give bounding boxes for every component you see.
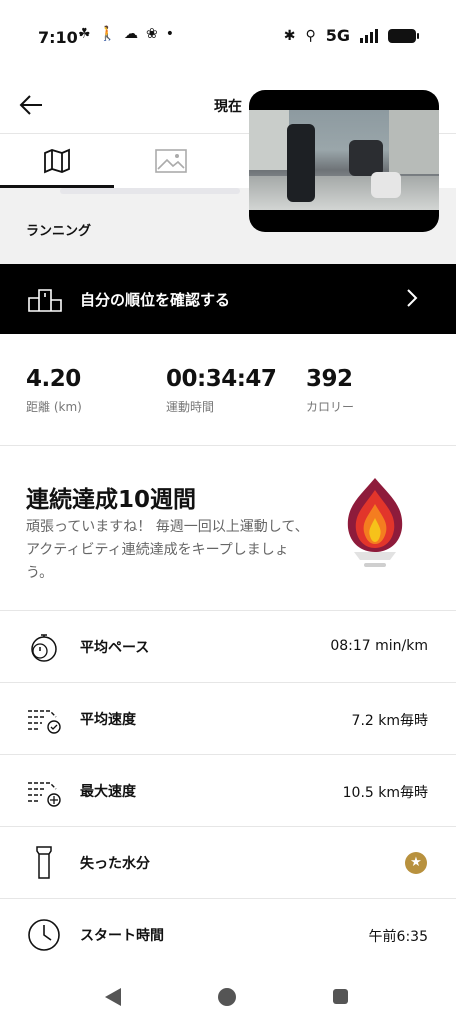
pace-stopwatch-icon bbox=[31, 634, 57, 662]
dot-icon: • bbox=[165, 26, 174, 42]
notification-icon: ☘ bbox=[78, 26, 91, 42]
tab-map[interactable] bbox=[0, 134, 114, 188]
clock-icon bbox=[28, 919, 60, 951]
stat-value: 392 bbox=[306, 366, 353, 392]
metric-value: 午前6:35 bbox=[368, 929, 428, 945]
summary-stats: 4.20 距離 (km) 00:34:47 運動時間 392 カロリー bbox=[0, 334, 456, 446]
streak-title: 連続達成10週間 bbox=[26, 487, 197, 513]
nav-home-icon[interactable] bbox=[218, 988, 236, 1006]
stat-duration: 00:34:47 運動時間 bbox=[166, 366, 277, 415]
stat-distance: 4.20 距離 (km) bbox=[26, 366, 82, 415]
stat-value: 00:34:47 bbox=[166, 366, 277, 392]
nav-recents-icon[interactable] bbox=[333, 989, 348, 1004]
metric-label: 失った水分 bbox=[80, 856, 150, 872]
status-bar: 7:10 ☘ 🚶 ☁ ❀ • ✱ ⚲ 5G bbox=[0, 0, 456, 74]
metric-row-max-speed: 最大速度 10.5 km毎時 bbox=[0, 755, 456, 827]
bottle-icon bbox=[36, 846, 52, 879]
map-icon bbox=[44, 148, 70, 174]
app-icon: ❀ bbox=[146, 26, 158, 42]
stat-label: カロリー bbox=[306, 400, 355, 414]
streak-description: 頑張っていますね！ 毎週一回以上運動して、アクティビティ連続達成をキープしましょ… bbox=[26, 519, 309, 581]
tab-photos[interactable] bbox=[114, 134, 228, 188]
video-frame bbox=[249, 110, 439, 210]
nav-back-icon[interactable] bbox=[105, 988, 121, 1006]
notification-icons: ☘ 🚶 ☁ ❀ • bbox=[78, 26, 174, 42]
bluetooth-icon: ✱ bbox=[283, 27, 296, 44]
status-time: 7:10 bbox=[38, 28, 78, 47]
stat-calories: 392 カロリー bbox=[306, 366, 354, 415]
metric-value: 7.2 km毎時 bbox=[351, 713, 428, 729]
ranking-label: 自分の順位を確認する bbox=[80, 291, 231, 309]
activity-type: ランニング bbox=[26, 224, 92, 239]
metric-label: 最大速度 bbox=[80, 784, 136, 800]
flame-trophy-icon bbox=[347, 478, 403, 567]
back-arrow-icon[interactable] bbox=[18, 92, 44, 118]
metric-label: 平均速度 bbox=[80, 712, 136, 728]
metric-row-avg-pace: 平均ペース 08:17 min/km bbox=[0, 611, 456, 683]
metric-value: 10.5 km毎時 bbox=[342, 785, 428, 801]
video-overlay[interactable] bbox=[249, 90, 439, 232]
stat-label: 距離 (km) bbox=[26, 400, 82, 414]
premium-star-badge[interactable]: ★ bbox=[405, 852, 427, 874]
podium-icon bbox=[28, 289, 62, 312]
max-speed-icon bbox=[28, 782, 61, 807]
metric-row-water-loss: 失った水分 ★ bbox=[0, 827, 456, 899]
avg-speed-icon bbox=[28, 710, 61, 734]
walk-icon: 🚶 bbox=[98, 26, 116, 42]
system-nav-bar bbox=[0, 968, 456, 1024]
metric-value: 08:17 min/km bbox=[330, 638, 428, 654]
streak-card: 連続達成10週間 頑張っていますね！ 毎週一回以上運動して、アクティビティ連続達… bbox=[0, 446, 456, 611]
stat-value: 4.20 bbox=[26, 366, 81, 392]
map-route-preview bbox=[60, 188, 240, 194]
stat-label: 運動時間 bbox=[166, 400, 215, 414]
location-icon: ⚲ bbox=[305, 27, 316, 44]
image-icon bbox=[155, 149, 187, 173]
network-label: 5G bbox=[325, 26, 350, 45]
metric-row-avg-speed: 平均速度 7.2 km毎時 bbox=[0, 683, 456, 755]
cloud-icon: ☁ bbox=[124, 26, 138, 42]
battery-icon bbox=[388, 28, 419, 43]
metric-row-start-time: スタート時間 午前6:35 bbox=[0, 899, 456, 971]
chevron-right-icon bbox=[407, 289, 418, 307]
page-title: 現在 bbox=[214, 99, 242, 115]
signal-icon bbox=[360, 28, 378, 43]
ranking-button[interactable]: 自分の順位を確認する bbox=[0, 264, 456, 334]
metric-label: スタート時間 bbox=[80, 928, 164, 944]
metric-label: 平均ペース bbox=[80, 640, 150, 656]
